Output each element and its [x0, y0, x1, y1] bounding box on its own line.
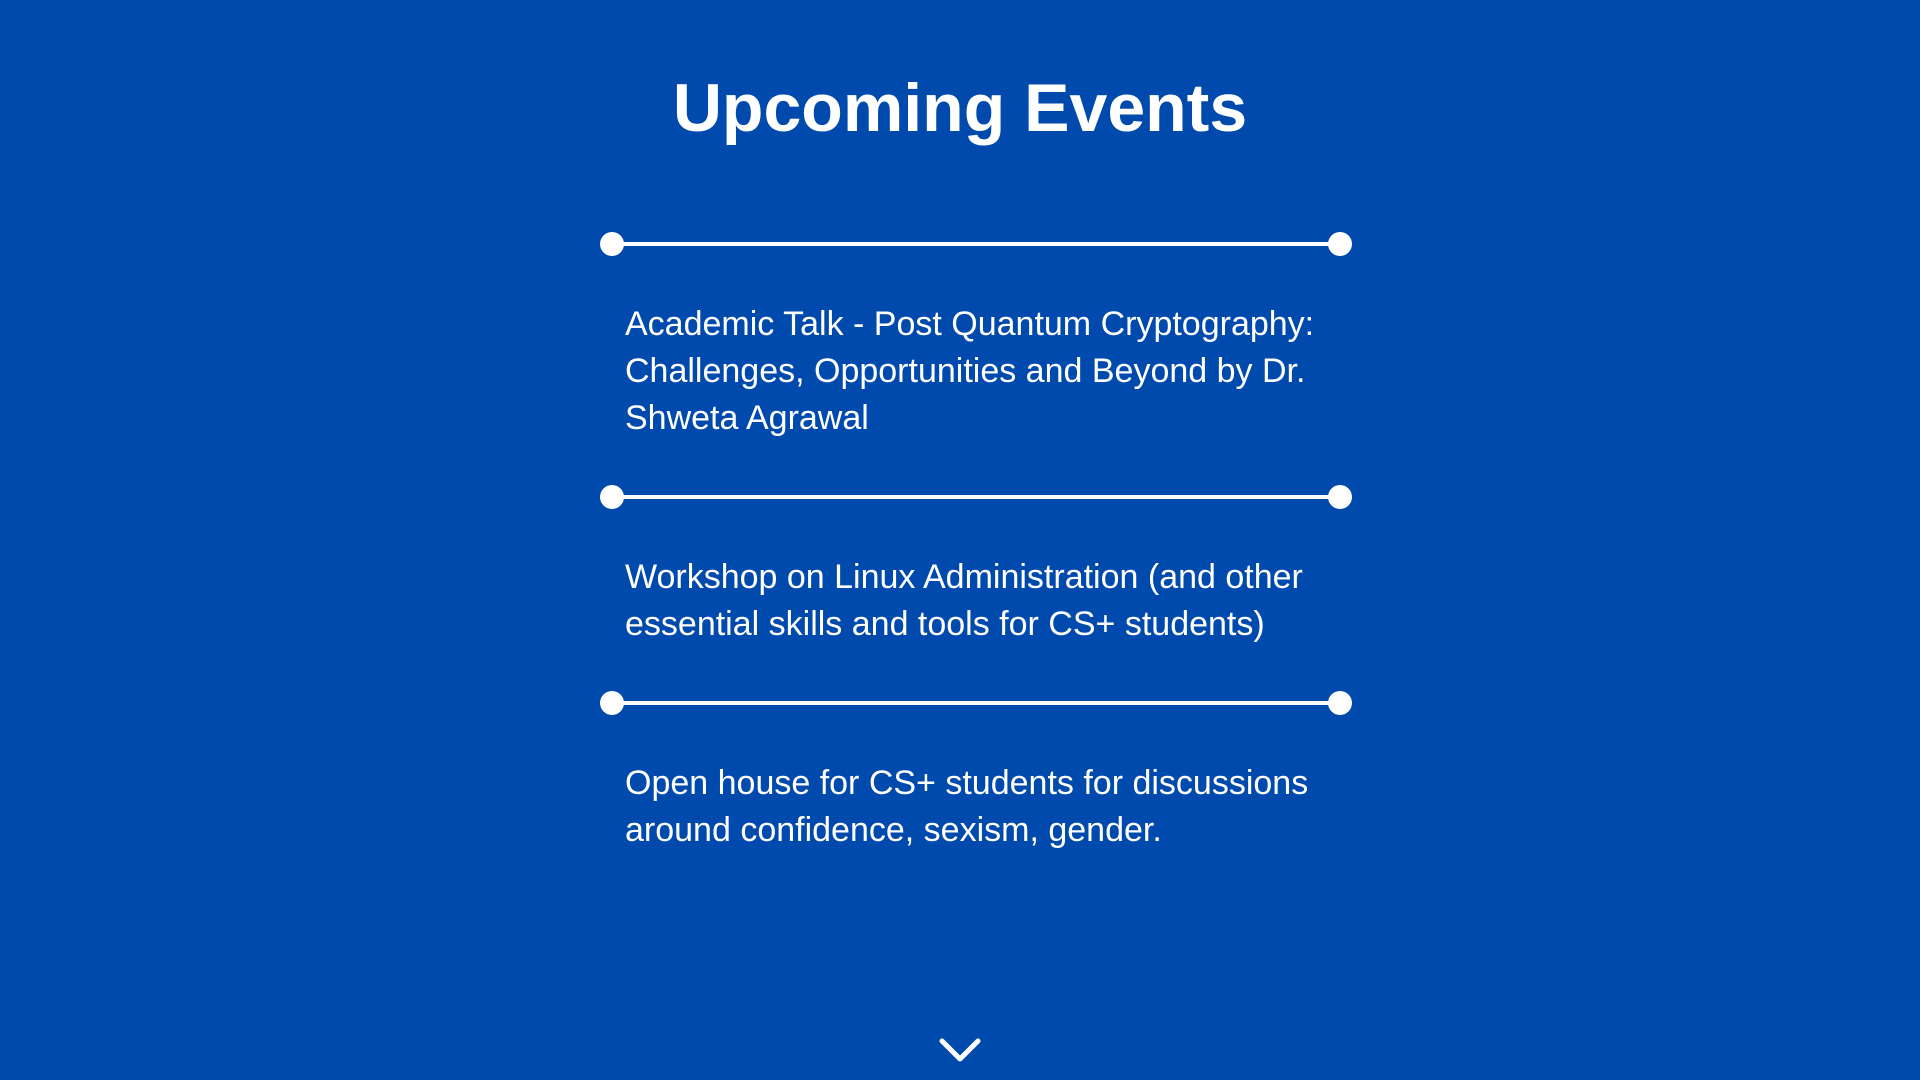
timeline-divider	[600, 485, 1352, 509]
timeline-dot	[1328, 691, 1352, 715]
chevron-down-icon[interactable]	[938, 1035, 982, 1065]
timeline-dot	[1328, 485, 1352, 509]
timeline-line	[612, 495, 1340, 499]
event-item: Open house for CS+ students for discussi…	[625, 764, 1309, 849]
page-title: Upcoming Events	[672, 70, 1248, 146]
timeline-line	[612, 701, 1340, 705]
event-item: Workshop on Linux Administration (and ot…	[625, 558, 1303, 643]
timeline-dot	[1328, 232, 1352, 256]
timeline-divider	[600, 691, 1352, 715]
events-section: Upcoming Events Academic Talk - Post Qua…	[0, 0, 1920, 1080]
timeline-line	[612, 242, 1340, 246]
event-item: Academic Talk - Post Quantum Cryptograph…	[625, 305, 1315, 437]
timeline-divider	[600, 232, 1352, 256]
